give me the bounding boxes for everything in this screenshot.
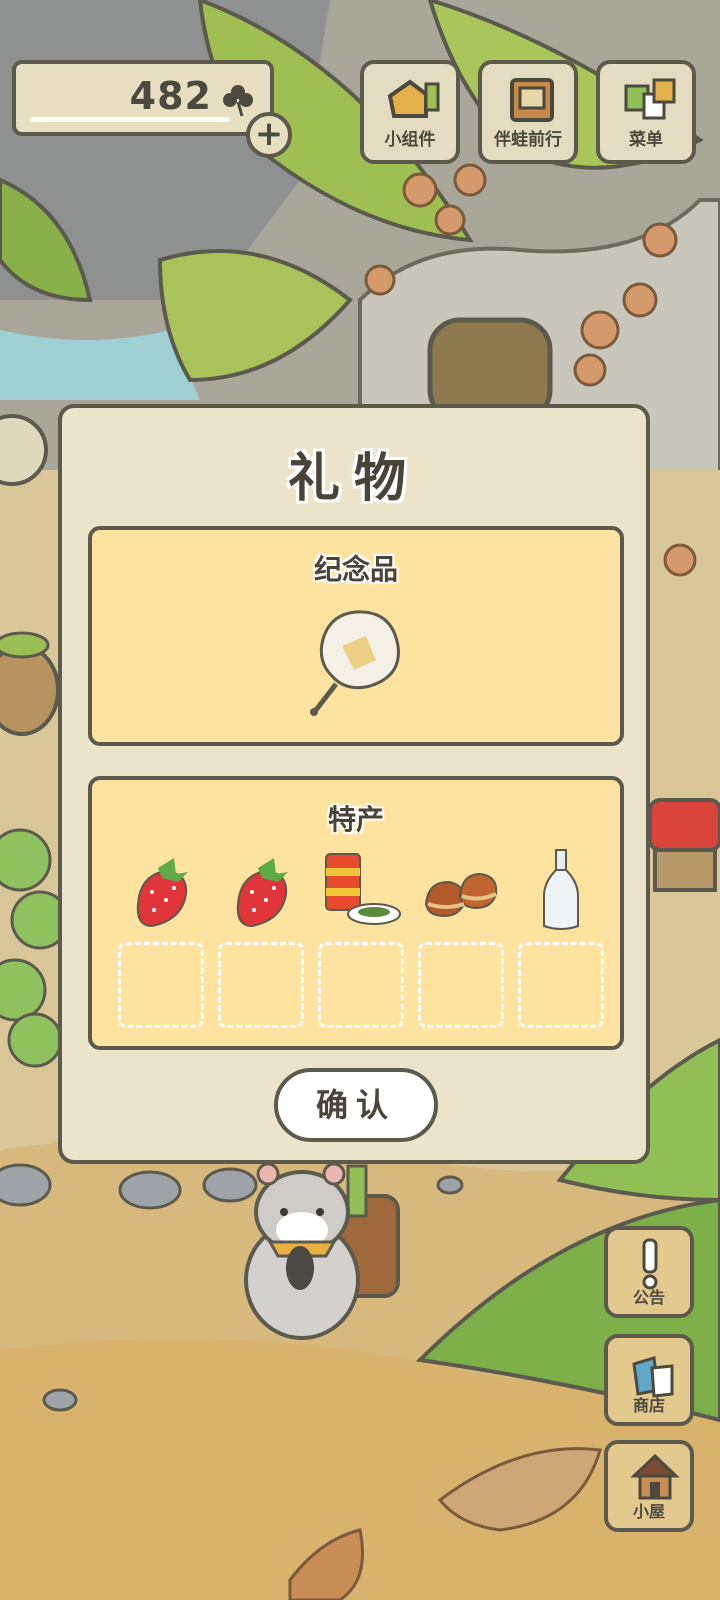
widget-label: 小组件 [384,130,436,150]
shop-label: 商店 [632,1396,665,1415]
gift-dialog: 礼物 纪念品 特产 确认 [58,404,650,1164]
glass-bottle-icon[interactable] [518,848,604,934]
menu-button[interactable]: 菜单 [596,60,696,164]
empty-slot [218,942,304,1028]
house-button[interactable]: 小屋 [604,1440,694,1532]
notice-button[interactable]: 公告 [604,1226,694,1318]
menu-cards-icon [624,78,676,120]
specialty-section: 特产 [88,776,624,1050]
house-label: 小屋 [632,1502,665,1521]
hand-fan-icon[interactable] [306,606,406,716]
clover-counter-bar [30,117,230,122]
souvenir-section-title: 纪念品 [313,553,398,586]
gift-dialog-title: 礼物 [287,449,420,509]
journey-book-icon [510,78,554,122]
widget-icon [387,79,440,118]
souvenir-section: 纪念品 [88,526,624,746]
clover-count: 482 [129,74,212,118]
menu-label: 菜单 [629,130,663,150]
shop-button[interactable]: 商店 [604,1334,694,1426]
widget-button[interactable]: 小组件 [360,60,460,164]
confirm-button[interactable]: 确认 [274,1068,438,1142]
add-clover-button[interactable]: + [246,112,292,158]
empty-slot [318,942,404,1028]
chestnuts-icon[interactable] [418,848,504,934]
clover-icon [223,85,253,117]
strawberry-icon[interactable] [118,848,204,934]
journey-button[interactable]: 伴蛙前行 [478,60,578,164]
empty-slot [418,942,504,1028]
hamster-visitor [244,1162,400,1340]
strawberry-icon[interactable] [218,848,304,934]
journey-label: 伴蛙前行 [494,130,562,150]
tea-can-icon[interactable] [318,848,404,934]
clover-counter: 482 [12,60,274,136]
empty-slot [518,942,604,1028]
specialty-section-title: 特产 [327,803,384,836]
notice-label: 公告 [632,1288,665,1307]
empty-slot [118,942,204,1028]
